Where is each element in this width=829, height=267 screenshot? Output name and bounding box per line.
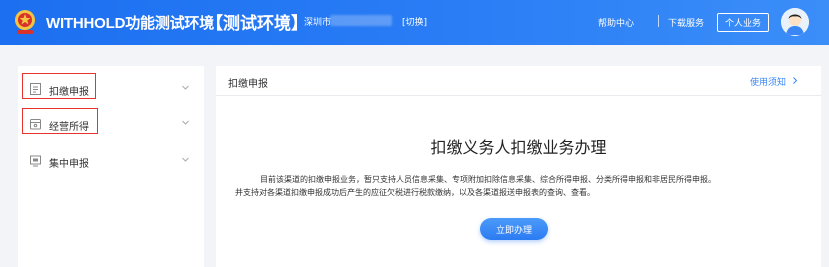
header-divider (658, 15, 659, 27)
avatar[interactable] (781, 8, 809, 36)
handle-now-button[interactable]: 立即办理 (480, 218, 548, 240)
help-center-link[interactable]: 帮助中心 (598, 16, 634, 29)
main-panel: 扣缴申报 使用须知 扣缴义务人扣缴业务办理 目前该渠道的扣缴申报业务，暂只支持人… (216, 66, 821, 267)
tax-emblem-icon (15, 10, 35, 34)
panel-title: 扣缴申报 (228, 79, 268, 90)
app-title: WITHHOLD功能测试环境 (46, 15, 215, 32)
description-line: 目前该渠道的扣缴申报业务，暂只支持人员信息采集、专项附加扣除信息采集、综合所得申… (260, 175, 716, 184)
top-header: WITHHOLD功能测试环境 【测试环境】 深圳市 [切换] 帮助中心 下载服务… (0, 0, 829, 45)
highlight-box (22, 108, 98, 134)
user-avatar-icon (781, 8, 809, 36)
region-redacted (330, 15, 392, 26)
chevron-down-icon (182, 120, 189, 125)
highlight-box (22, 73, 96, 99)
personal-business-button[interactable]: 个人业务 (717, 13, 769, 32)
panel-header: 扣缴申报 使用须知 (216, 66, 821, 96)
sidebar: 扣缴申报 经营所得 集中申报 (18, 66, 204, 267)
download-service-link[interactable]: 下载服务 (668, 16, 704, 29)
environment-title: 【测试环境】 (206, 14, 308, 34)
description-line: 并支持对各渠道扣缴申报成功后产生的应征欠税进行税款缴纳，以及各渠道报送申报表的查… (235, 188, 595, 197)
chevron-down-icon (182, 85, 189, 90)
chevron-down-icon (182, 157, 189, 162)
page-title: 扣缴义务人扣缴业务办理 (430, 138, 607, 157)
sidebar-item-label: 集中申报 (49, 159, 89, 170)
region-label: 深圳市 (304, 18, 332, 28)
screen-icon (30, 155, 41, 167)
region-switch-link[interactable]: [切换] (402, 15, 427, 28)
sidebar-item-centralized-declaration[interactable]: 集中申报 (18, 146, 204, 176)
usage-notice-link[interactable]: 使用须知 (750, 75, 786, 88)
chevron-right-icon[interactable] (791, 76, 799, 85)
